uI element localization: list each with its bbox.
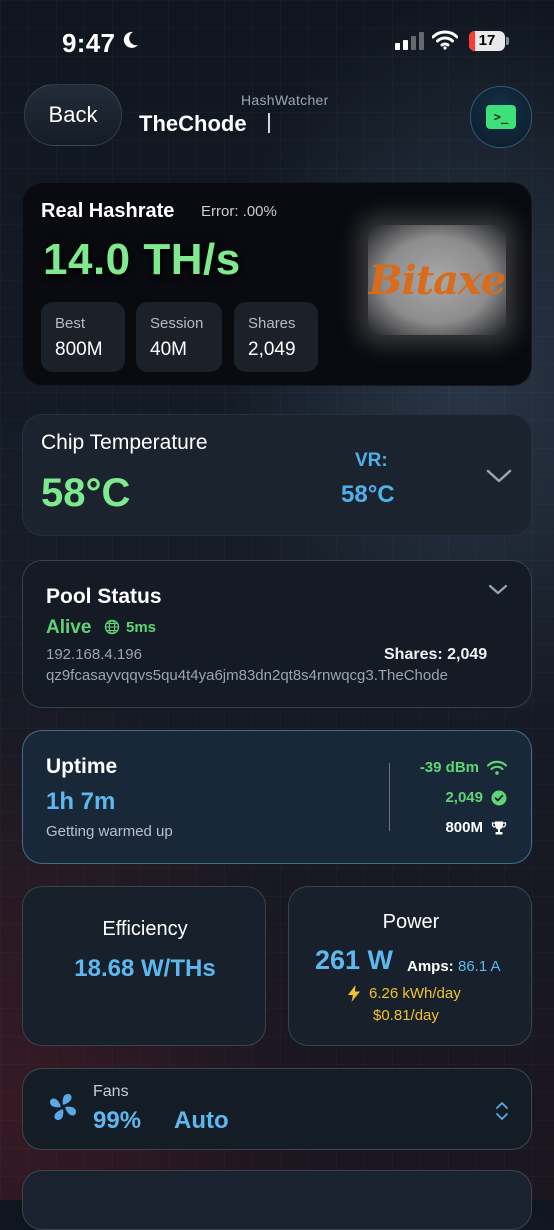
- signal-row: -39 dBm: [420, 759, 507, 776]
- bitaxe-logo: Bitaxe: [368, 225, 506, 335]
- pool-ping: 5ms: [126, 619, 157, 636]
- pool-ip: 192.168.4.196: [46, 646, 142, 663]
- next-card-partial[interactable]: [22, 1170, 532, 1230]
- power-title: Power: [382, 911, 440, 933]
- pool-state: Alive: [46, 617, 92, 638]
- uptime-card: Uptime 1h 7m Getting warmed up -39 dBm 2…: [22, 730, 532, 864]
- chip-temperature-title: Chip Temperature: [41, 431, 208, 454]
- stat-value: 40M: [150, 339, 187, 360]
- battery-indicator: 17: [469, 31, 505, 51]
- text-cursor: [268, 113, 270, 133]
- stat-label: Best: [55, 315, 86, 332]
- chevron-down-icon[interactable]: [487, 583, 509, 597]
- energy-per-day: 6.26 kWh/day: [369, 985, 461, 1002]
- pool-status-title: Pool Status: [46, 585, 162, 608]
- signal-strength: -39 dBm: [419, 759, 479, 776]
- stat-label: Session: [150, 315, 204, 332]
- chip-temperature-value: 58°C: [41, 471, 131, 515]
- back-button[interactable]: Back: [24, 84, 122, 146]
- wifi-icon: [487, 760, 507, 775]
- wifi-icon: [431, 30, 459, 55]
- check-circle-icon: [491, 790, 507, 805]
- accepted-shares: 2,049: [445, 789, 483, 806]
- pool-address: qz9fcasayvqqvs5qu4t4ya6jm83dn2qt8s4rnwqc…: [46, 667, 448, 684]
- stat-session: Session 40M: [136, 302, 222, 372]
- status-time: 9:47: [62, 28, 116, 58]
- battery-level-fill: [469, 31, 475, 51]
- amps-value: 86.1 A: [458, 958, 501, 975]
- cost-per-day: $0.81/day: [373, 1007, 439, 1024]
- shares-row: 2,049: [445, 789, 507, 806]
- vr-label: VR:: [355, 450, 388, 471]
- battery-cap: [506, 37, 509, 45]
- divider: [389, 763, 390, 831]
- cellular-signal-icon: [395, 32, 424, 50]
- stat-label: Shares: [248, 315, 296, 332]
- chevron-down-icon[interactable]: [485, 467, 513, 485]
- best-row: 800M: [445, 819, 507, 836]
- hashrate-value: 14.0 TH/s: [43, 235, 241, 284]
- fans-card[interactable]: Fans 99% Auto: [22, 1068, 532, 1150]
- vr-temperature-value: 58°C: [341, 481, 395, 508]
- uptime-value: 1h 7m: [46, 788, 116, 815]
- pool-shares: Shares: 2,049: [384, 646, 488, 663]
- globe-icon: [104, 619, 120, 635]
- stat-best: Best 800M: [41, 302, 125, 372]
- moon-icon: [120, 30, 140, 55]
- terminal-icon: >_: [486, 105, 516, 129]
- power-watts: 261 W: [315, 945, 394, 975]
- chevron-up-down-icon[interactable]: [495, 1101, 509, 1121]
- best-difficulty: 800M: [445, 819, 483, 836]
- efficiency-card: Efficiency 18.68 W/THs: [22, 886, 266, 1046]
- bitaxe-logo-text: Bitaxe: [368, 256, 507, 304]
- efficiency-value: 18.68 W/THs: [74, 955, 216, 982]
- battery-percent: 17: [478, 32, 496, 49]
- fan-icon: [50, 1094, 76, 1120]
- device-name: TheChode: [139, 111, 247, 136]
- hashrate-error: Error: .00%: [201, 203, 277, 220]
- amps-label: Amps:: [407, 958, 454, 975]
- efficiency-title: Efficiency: [102, 918, 188, 940]
- fans-label: Fans: [93, 1083, 129, 1100]
- stat-shares: Shares 2,049: [234, 302, 318, 372]
- pool-status-card[interactable]: Pool Status Alive 5ms 192.168.4.196 Shar…: [22, 560, 532, 708]
- hashrate-title: Real Hashrate: [41, 200, 175, 222]
- app-name: HashWatcher: [241, 92, 329, 108]
- bolt-icon: [348, 985, 360, 1002]
- fans-percent: 99%: [93, 1107, 142, 1134]
- uptime-subtitle: Getting warmed up: [46, 823, 173, 840]
- fans-mode: Auto: [174, 1107, 229, 1134]
- terminal-button[interactable]: >_: [470, 86, 532, 148]
- stat-value: 2,049: [248, 339, 296, 360]
- chip-temperature-card[interactable]: Chip Temperature 58°C VR: 58°C: [22, 414, 532, 536]
- trophy-icon: [491, 821, 507, 834]
- stat-value: 800M: [55, 339, 103, 360]
- hashrate-card: Real Hashrate Error: .00% 14.0 TH/s Best…: [22, 182, 532, 386]
- uptime-title: Uptime: [46, 755, 118, 778]
- power-card: Power 261 W Amps: 86.1 A 6.26 kWh/day $0…: [288, 886, 532, 1046]
